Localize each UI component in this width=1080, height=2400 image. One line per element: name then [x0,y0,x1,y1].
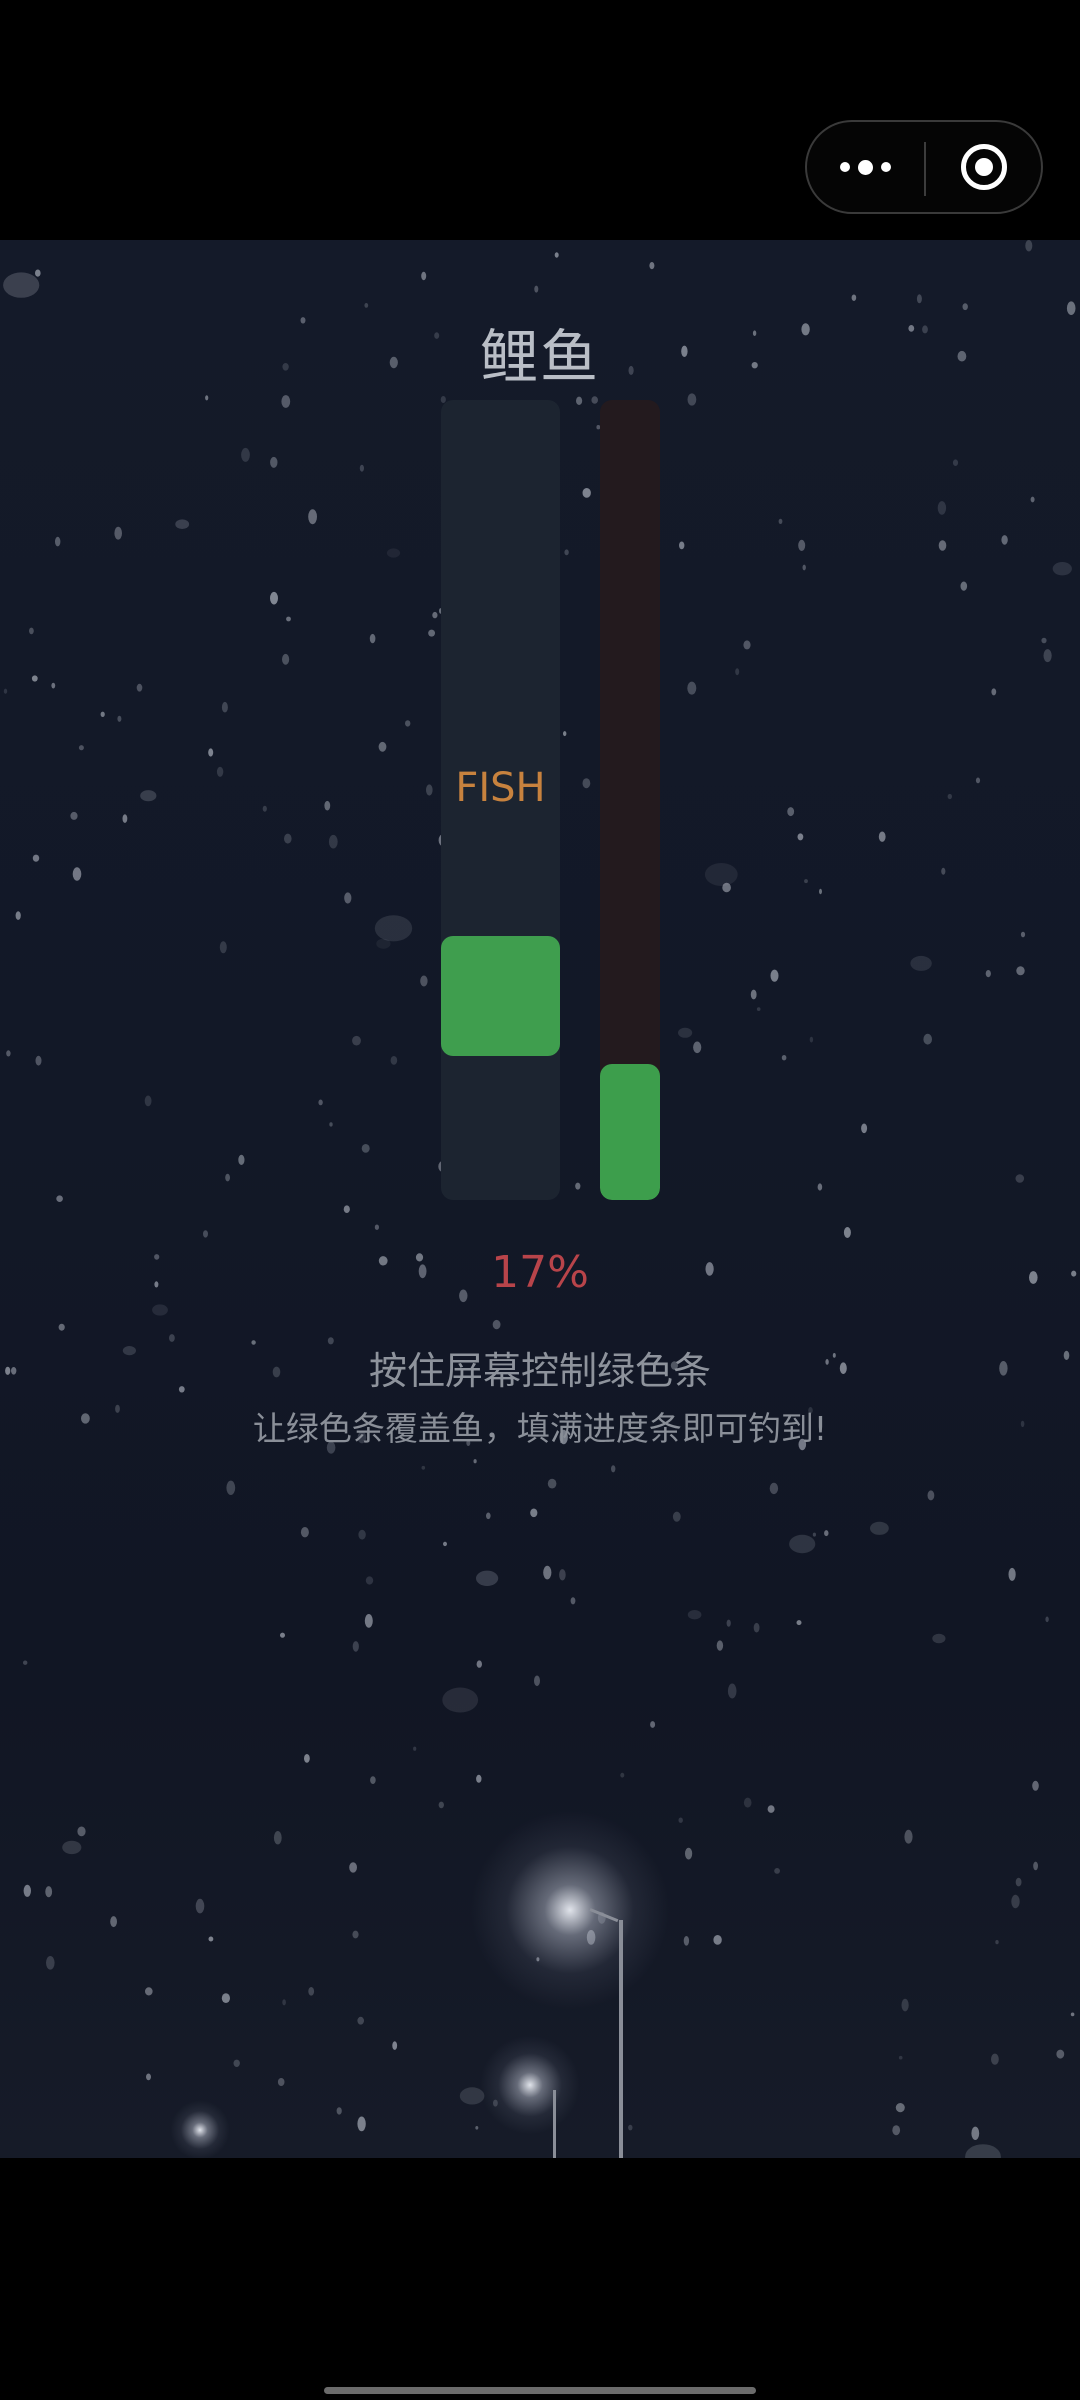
bottom-bar [0,2158,1080,2400]
catch-progress-track [600,400,660,1200]
fishing-game-area[interactable]: 鲤鱼 FISH 17% 按住屏幕控制绿色条 让绿色条覆盖鱼，填满进度条即可钓到! [0,240,1080,2158]
screen: 鲤鱼 FISH 17% 按住屏幕控制绿色条 让绿色条覆盖鱼，填满进度条即可钓到! [0,0,1080,2400]
fish-marker: FISH [455,765,546,811]
distant-light [170,2100,230,2158]
green-catch-bar[interactable] [441,936,560,1056]
progress-percent-text: 17% [491,1247,589,1298]
street-lamp-pole [619,1920,623,2158]
close-circle-icon [960,144,1007,190]
street-lamp-glow-2 [480,2035,580,2135]
street-lamp-pole-2 [553,2090,556,2158]
instruction-line-1: 按住屏幕控制绿色条 [368,1349,711,1393]
street-lamp-glow [470,1810,670,2010]
catch-progress-fill [600,1064,660,1200]
close-mini-program-button[interactable] [926,122,1041,212]
home-indicator[interactable] [324,2387,756,2394]
status-area [0,0,1080,240]
more-menu-button[interactable] [807,122,924,212]
fish-name-title: 鲤鱼 [479,323,600,391]
more-dots-icon [840,159,891,175]
mini-program-capsule [805,120,1043,214]
instruction-line-2: 让绿色条覆盖鱼，填满进度条即可钓到! [252,1409,828,1448]
